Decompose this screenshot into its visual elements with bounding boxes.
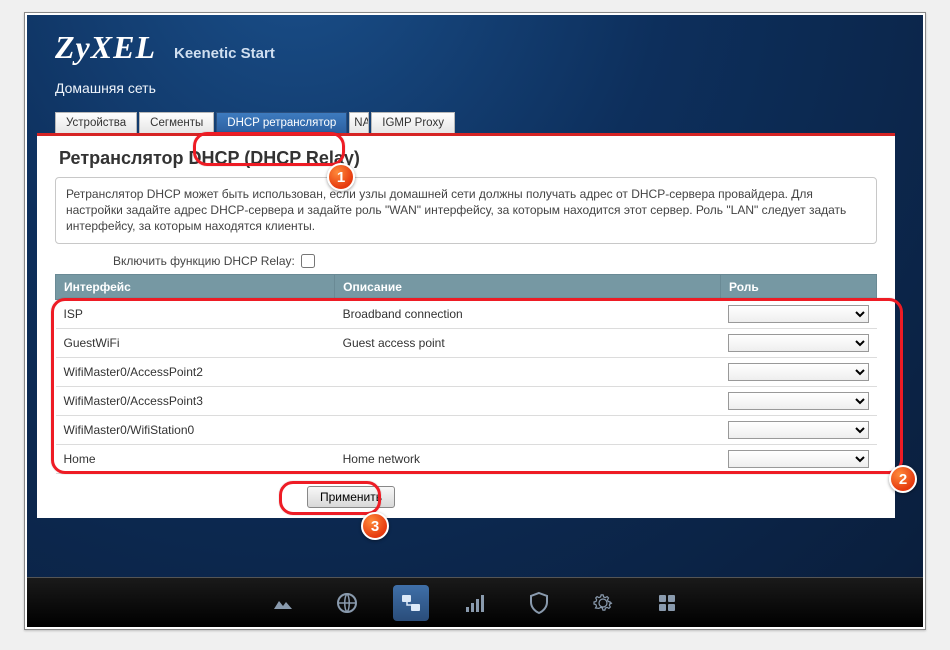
- cell-description: Broadband connection: [335, 299, 721, 328]
- cell-interface: WifiMaster0/AccessPoint2: [56, 357, 335, 386]
- tab-dhcp-relay[interactable]: DHCP ретранслятор: [216, 112, 347, 133]
- cell-role: [720, 415, 876, 444]
- cell-interface: GuestWiFi: [56, 328, 335, 357]
- col-interface: Интерфейс: [56, 274, 335, 299]
- cell-description: [335, 386, 721, 415]
- section-title: Домашняя сеть: [55, 80, 895, 96]
- enable-relay-label: Включить функцию DHCP Relay:: [113, 254, 295, 268]
- page-title: Ретранслятор DHCP (DHCP Relay): [59, 148, 877, 169]
- dock-gear-icon[interactable]: [585, 585, 621, 621]
- cell-description: [335, 415, 721, 444]
- tab-igmp-proxy[interactable]: IGMP Proxy: [371, 112, 455, 133]
- role-select[interactable]: [728, 392, 868, 410]
- cell-role: [720, 299, 876, 328]
- brand: ZyXEL Keenetic Start: [55, 29, 895, 66]
- cell-interface: WifiMaster0/WifiStation0: [56, 415, 335, 444]
- model-name: Keenetic Start: [174, 45, 275, 62]
- tab-segments[interactable]: Сегменты: [139, 112, 214, 133]
- table-row: ISPBroadband connection: [56, 299, 877, 328]
- cell-interface: Home: [56, 444, 335, 473]
- logo: ZyXEL: [55, 29, 156, 66]
- dock-monitor-icon[interactable]: [265, 585, 301, 621]
- cell-description: Home network: [335, 444, 721, 473]
- content-panel: Ретранслятор DHCP (DHCP Relay) Ретрансля…: [37, 136, 895, 518]
- cell-description: Guest access point: [335, 328, 721, 357]
- header: ZyXEL Keenetic Start Домашняя сеть: [27, 15, 923, 102]
- dock-globe-icon[interactable]: [329, 585, 365, 621]
- cell-interface: WifiMaster0/AccessPoint3: [56, 386, 335, 415]
- cell-role: [720, 386, 876, 415]
- role-select[interactable]: [728, 363, 868, 381]
- dock-shield-icon[interactable]: [521, 585, 557, 621]
- enable-relay-row: Включить функцию DHCP Relay:: [113, 254, 877, 268]
- cell-role: [720, 444, 876, 473]
- table-row: WifiMaster0/AccessPoint2: [56, 357, 877, 386]
- dock-apps-icon[interactable]: [649, 585, 685, 621]
- bottom-dock: [27, 577, 923, 627]
- role-select[interactable]: [728, 334, 868, 352]
- enable-relay-checkbox[interactable]: [301, 254, 315, 268]
- col-description: Описание: [335, 274, 721, 299]
- interfaces-table: Интерфейс Описание Роль ISPBroadband con…: [55, 274, 877, 474]
- browser-frame: ZyXEL Keenetic Start Домашняя сеть Устро…: [24, 12, 926, 630]
- apply-button[interactable]: Применить: [307, 486, 395, 508]
- cell-interface: ISP: [56, 299, 335, 328]
- role-select[interactable]: [728, 450, 868, 468]
- cell-role: [720, 328, 876, 357]
- role-select[interactable]: [728, 305, 868, 323]
- cell-description: [335, 357, 721, 386]
- table-row: HomeHome network: [56, 444, 877, 473]
- table-row: WifiMaster0/WifiStation0: [56, 415, 877, 444]
- app-root: ZyXEL Keenetic Start Домашняя сеть Устро…: [27, 15, 923, 627]
- role-select[interactable]: [728, 421, 868, 439]
- tab-devices[interactable]: Устройства: [55, 112, 137, 133]
- table-row: WifiMaster0/AccessPoint3: [56, 386, 877, 415]
- dock-network-icon[interactable]: [393, 585, 429, 621]
- dock-signal-icon[interactable]: [457, 585, 493, 621]
- tab-nat[interactable]: NAT: [349, 112, 369, 133]
- table-row: GuestWiFiGuest access point: [56, 328, 877, 357]
- col-role: Роль: [720, 274, 876, 299]
- description-box: Ретранслятор DHCP может быть использован…: [55, 177, 877, 244]
- cell-role: [720, 357, 876, 386]
- tab-bar: Устройства Сегменты DHCP ретранслятор NA…: [55, 112, 923, 133]
